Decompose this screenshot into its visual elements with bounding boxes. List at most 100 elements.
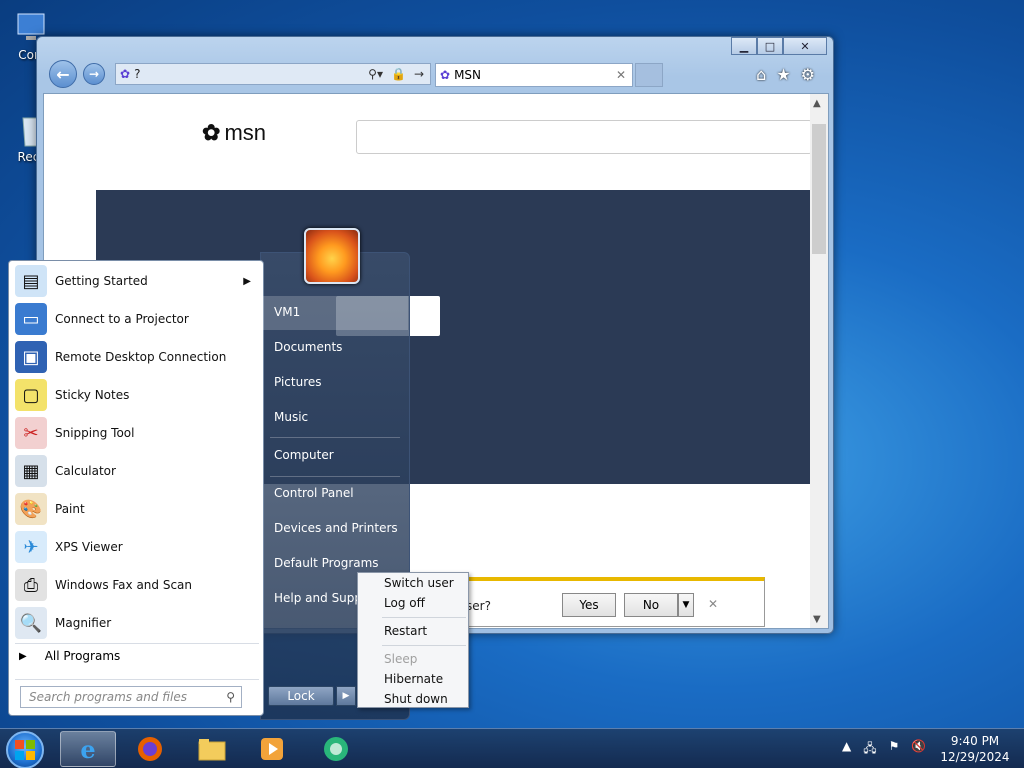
firefox-icon bbox=[138, 737, 162, 761]
address-bar[interactable]: ✿ ? ⚲▾ 🔒 → bbox=[115, 63, 431, 85]
power-options-arrow-icon[interactable]: ▶ bbox=[336, 686, 356, 706]
start-item-music[interactable]: Music bbox=[274, 410, 404, 424]
program-fax-scan[interactable]: ⎙ Windows Fax and Scan bbox=[15, 567, 259, 603]
program-label: XPS Viewer bbox=[55, 540, 123, 554]
new-tab-button[interactable] bbox=[635, 63, 663, 87]
fax-scan-icon: ⎙ bbox=[15, 569, 47, 601]
tab-close-icon[interactable]: ✕ bbox=[616, 68, 626, 82]
start-item-devices-printers[interactable]: Devices and Printers bbox=[274, 521, 404, 535]
scroll-up-icon[interactable]: ▲ bbox=[813, 98, 821, 109]
separator bbox=[15, 679, 259, 680]
notification-text: ser? bbox=[466, 599, 491, 613]
show-hidden-icons-icon[interactable]: ▲ bbox=[842, 739, 851, 760]
maximize-button[interactable]: □ bbox=[757, 37, 783, 55]
program-calculator[interactable]: ▦ Calculator bbox=[15, 453, 259, 489]
minimize-button[interactable]: ▁ bbox=[731, 37, 757, 55]
paint-icon: 🎨 bbox=[15, 493, 47, 525]
lock-button[interactable]: Lock bbox=[268, 686, 334, 706]
no-dropdown-chevron-icon[interactable]: ▼ bbox=[678, 593, 694, 617]
taskbar-file-explorer[interactable] bbox=[184, 731, 240, 767]
go-icon[interactable]: → bbox=[414, 67, 424, 81]
remote-desktop-icon: ▣ bbox=[15, 341, 47, 373]
all-programs-button[interactable]: ▶ All Programs bbox=[19, 649, 120, 663]
start-item-control-panel[interactable]: Control Panel bbox=[274, 486, 404, 500]
system-tray: ▲ 🖧 ⚑ 🔇 bbox=[842, 739, 926, 760]
program-label: Snipping Tool bbox=[55, 426, 135, 440]
separator bbox=[270, 437, 400, 438]
program-label: Paint bbox=[55, 502, 85, 516]
vertical-scrollbar[interactable]: ▲ ▼ bbox=[810, 94, 828, 628]
forward-button[interactable]: → bbox=[83, 63, 105, 85]
clock[interactable]: 9:40 PM 12/29/2024 bbox=[940, 733, 1010, 765]
program-label: Magnifier bbox=[55, 616, 112, 630]
volume-muted-icon[interactable]: 🔇 bbox=[911, 739, 926, 760]
favorites-icon[interactable]: ★ bbox=[776, 65, 790, 84]
chat-app-icon bbox=[324, 737, 348, 761]
lock-icon: 🔒 bbox=[390, 67, 406, 81]
program-connect-projector[interactable]: ▭ Connect to a Projector bbox=[15, 301, 259, 337]
taskbar-media-player[interactable] bbox=[244, 731, 300, 767]
notification-bar: ser? Yes No ▼ ✕ bbox=[457, 577, 765, 627]
menu-item-sleep: Sleep bbox=[384, 652, 418, 666]
address-text: ? bbox=[134, 67, 141, 81]
menu-item-shut-down[interactable]: Shut down bbox=[384, 692, 448, 706]
clock-date: 12/29/2024 bbox=[940, 750, 1010, 764]
getting-started-icon: ▤ bbox=[15, 265, 47, 297]
msn-favicon: ✿ bbox=[440, 68, 451, 82]
user-avatar[interactable] bbox=[304, 228, 360, 284]
scroll-down-icon[interactable]: ▼ bbox=[813, 614, 821, 625]
taskbar-internet-explorer[interactable]: e bbox=[60, 731, 116, 767]
separator bbox=[270, 476, 400, 477]
program-magnifier[interactable]: 🔍 Magnifier bbox=[15, 605, 259, 641]
separator bbox=[382, 645, 466, 646]
program-sticky-notes[interactable]: ▢ Sticky Notes bbox=[15, 377, 259, 413]
no-button[interactable]: No bbox=[624, 593, 678, 617]
program-getting-started[interactable]: ▤ Getting Started ▶ bbox=[15, 263, 259, 299]
home-icon[interactable]: ⌂ bbox=[756, 65, 766, 84]
program-paint[interactable]: 🎨 Paint bbox=[15, 491, 259, 527]
back-button[interactable]: ← bbox=[49, 60, 77, 88]
program-snipping-tool[interactable]: ✂ Snipping Tool bbox=[15, 415, 259, 451]
start-item-default-programs[interactable]: Default Programs bbox=[274, 556, 404, 570]
network-icon[interactable]: 🖧 bbox=[863, 739, 876, 760]
menu-item-switch-user[interactable]: Switch user bbox=[384, 576, 454, 590]
msn-logo[interactable]: ✿ msn bbox=[202, 120, 266, 146]
program-remote-desktop[interactable]: ▣ Remote Desktop Connection bbox=[15, 339, 259, 375]
calculator-icon: ▦ bbox=[15, 455, 47, 487]
scroll-thumb[interactable] bbox=[812, 124, 826, 254]
close-button[interactable]: ✕ bbox=[783, 37, 827, 55]
start-item-computer[interactable]: Computer bbox=[274, 448, 404, 462]
menu-item-restart[interactable]: Restart bbox=[384, 624, 427, 638]
chevron-right-icon: ▶ bbox=[19, 650, 27, 662]
start-item-user[interactable]: VM1 bbox=[274, 305, 404, 319]
power-options-menu: Switch user Log off Restart Sleep Hibern… bbox=[357, 572, 469, 708]
program-label: Calculator bbox=[55, 464, 116, 478]
msn-logo-text: msn bbox=[224, 120, 266, 145]
settings-gear-icon[interactable]: ⚙ bbox=[801, 65, 815, 84]
start-item-documents[interactable]: Documents bbox=[274, 340, 404, 354]
notification-close-icon[interactable]: ✕ bbox=[708, 597, 718, 611]
search-icon: ⚲ bbox=[226, 690, 235, 704]
xps-viewer-icon: ✈ bbox=[15, 531, 47, 563]
folder-icon bbox=[198, 739, 226, 761]
action-center-flag-icon[interactable]: ⚑ bbox=[889, 739, 900, 760]
search-icon[interactable]: ⚲▾ bbox=[368, 67, 383, 81]
msn-search-input[interactable] bbox=[356, 120, 812, 154]
menu-item-log-off[interactable]: Log off bbox=[384, 596, 425, 610]
butterfly-icon: ✿ bbox=[202, 120, 221, 145]
chevron-right-icon: ▶ bbox=[243, 275, 251, 287]
start-button[interactable] bbox=[6, 731, 44, 768]
start-search-input[interactable]: Search programs and files ⚲ bbox=[20, 686, 242, 708]
search-placeholder: Search programs and files bbox=[29, 690, 187, 704]
windows-logo-icon bbox=[15, 740, 35, 760]
menu-item-hibernate[interactable]: Hibernate bbox=[384, 672, 443, 686]
snipping-tool-icon: ✂ bbox=[15, 417, 47, 449]
sticky-notes-icon: ▢ bbox=[15, 379, 47, 411]
taskbar-firefox[interactable] bbox=[122, 731, 178, 767]
taskbar-app[interactable] bbox=[308, 731, 364, 767]
program-xps-viewer[interactable]: ✈ XPS Viewer bbox=[15, 529, 259, 565]
start-item-pictures[interactable]: Pictures bbox=[274, 375, 404, 389]
yes-button[interactable]: Yes bbox=[562, 593, 616, 617]
tab-msn[interactable]: ✿ MSN ✕ bbox=[435, 63, 633, 87]
msn-favicon: ✿ bbox=[120, 67, 131, 81]
